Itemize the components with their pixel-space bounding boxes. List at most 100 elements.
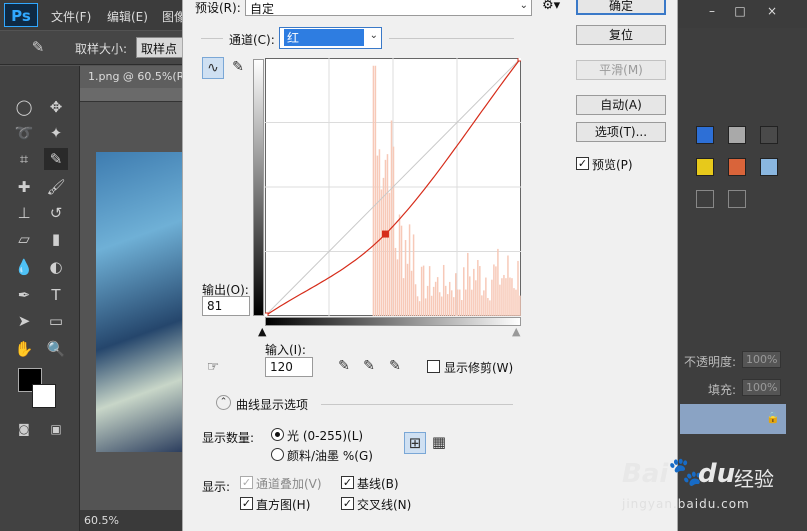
baseline-label: 基线(B) [357, 477, 399, 491]
style-swatch[interactable] [728, 126, 746, 144]
curve-graph[interactable] [265, 58, 521, 316]
menu-file[interactable]: 文件(F) [51, 8, 91, 25]
chevron-down-icon: ⌄ [369, 30, 378, 41]
shape-tool-icon[interactable]: ▭ [44, 310, 68, 332]
move-tool-icon[interactable]: ✥ [44, 96, 68, 118]
style-swatch[interactable] [760, 158, 778, 176]
history-brush-tool-icon[interactable]: ↺ [44, 202, 68, 224]
quick-mask-icon[interactable]: ◙ [12, 418, 36, 440]
histogram-checkbox[interactable]: ✓ [240, 497, 253, 510]
on-image-adjust-hand-icon[interactable]: ☞ [202, 357, 224, 379]
preset-select[interactable]: 自定 ⌄ [245, 0, 532, 16]
screen-mode-icon[interactable]: ▣ [44, 418, 68, 440]
light-label: 光 (0-255)(L) [287, 429, 364, 443]
stamp-tool-icon[interactable]: ⊥ [12, 202, 36, 224]
options-divider [321, 404, 513, 405]
reset-button[interactable]: 复位 [576, 25, 666, 45]
opacity-field[interactable]: 100% [742, 351, 782, 368]
photoshop-logo: Ps [4, 3, 38, 27]
collapse-chevron-up-icon[interactable]: ⌃ [216, 395, 231, 410]
close-button[interactable]: × [758, 2, 786, 20]
maximize-button[interactable]: □ [726, 2, 754, 20]
fill-field[interactable]: 100% [742, 379, 782, 396]
intersection-line-checkbox[interactable]: ✓ [341, 497, 354, 510]
background-color-swatch[interactable] [32, 384, 56, 408]
sample-size-select[interactable]: 取样点 [136, 37, 184, 58]
crop-tool-icon[interactable]: ⌗ [12, 148, 36, 170]
lock-icon: 🔒 [766, 411, 780, 424]
black-eyedropper-icon[interactable]: ✎ [333, 356, 355, 378]
eyedropper-tool-icon[interactable]: ✎ [44, 148, 68, 170]
zoom-level[interactable]: 60.5% [84, 514, 119, 527]
chevron-down-icon: ⌄ [519, 0, 528, 11]
healing-brush-tool-icon[interactable]: ✚ [12, 176, 36, 198]
baidu-logo-text-2: du [698, 459, 736, 489]
minimize-button[interactable]: – [698, 2, 726, 20]
eraser-tool-icon[interactable]: ▱ [12, 228, 36, 250]
channel-label: 通道(C): [229, 33, 275, 47]
magic-wand-tool-icon[interactable]: ✦ [44, 122, 68, 144]
output-gradient-bar [253, 59, 264, 316]
curve-point-mode-icon[interactable]: ∿ [202, 57, 224, 79]
type-tool-icon[interactable]: T [44, 284, 68, 306]
path-selection-tool-icon[interactable]: ➤ [12, 310, 36, 332]
style-swatch[interactable] [760, 126, 778, 144]
gray-eyedropper-icon[interactable]: ✎ [358, 356, 380, 378]
ok-button[interactable]: 确定 [576, 0, 666, 15]
document-tab[interactable]: 1.png @ 60.5%(R [80, 66, 182, 88]
white-point-slider-icon[interactable]: ▲ [512, 325, 520, 338]
input-field[interactable]: 120 [265, 357, 313, 377]
brush-tool-icon[interactable]: 🖌 [44, 176, 68, 198]
window-controls: – □ × [698, 0, 807, 22]
zoom-tool-icon[interactable]: 🔍 [44, 338, 68, 360]
style-swatch[interactable] [696, 126, 714, 144]
style-swatch[interactable] [728, 158, 746, 176]
style-swatch[interactable] [728, 190, 746, 208]
hand-tool-icon[interactable]: ✋ [12, 338, 36, 360]
black-point-slider-icon[interactable]: ▲ [258, 325, 266, 338]
channel-overlays-checkbox[interactable]: ✓ [240, 476, 253, 489]
pigment-radio[interactable] [271, 448, 284, 461]
lasso-tool-icon[interactable]: ➰ [12, 122, 36, 144]
watermark-url: jingyan.baidu.com [622, 497, 750, 511]
pen-tool-icon[interactable]: ✒ [12, 284, 36, 306]
light-radio[interactable] [271, 428, 284, 441]
marquee-tool-icon[interactable]: ◯ [12, 96, 36, 118]
simple-grid-icon[interactable]: ⊞ [404, 432, 426, 454]
show-clipping-checkbox[interactable] [427, 360, 440, 373]
options-bar: ✎ 取样大小: 取样点 [0, 31, 184, 65]
curve-point [517, 58, 521, 62]
pencil-draw-mode-icon[interactable]: ✎ [227, 57, 249, 79]
sample-size-label: 取样大小: [75, 42, 128, 56]
eyedropper-option-icon[interactable]: ✎ [26, 36, 50, 58]
intersection-line-label: 交叉线(N) [357, 498, 412, 512]
fill-label: 填充: [708, 383, 737, 397]
white-eyedropper-icon[interactable]: ✎ [384, 356, 406, 378]
baseline-checkbox[interactable]: ✓ [341, 476, 354, 489]
smooth-button[interactable]: 平滑(M) [576, 60, 666, 80]
dodge-tool-icon[interactable]: ◐ [44, 256, 68, 278]
preset-options-gear-icon[interactable]: ⚙▾ [542, 0, 560, 13]
channel-divider [389, 38, 514, 39]
auto-button[interactable]: 自动(A) [576, 95, 666, 115]
preview-checkbox[interactable]: ✓ [576, 157, 589, 170]
style-swatch[interactable] [696, 190, 714, 208]
horizontal-ruler [80, 88, 182, 102]
channel-select[interactable]: 红 ⌄ [279, 27, 382, 49]
style-swatch[interactable] [696, 158, 714, 176]
layer-row[interactable]: 🔒 [680, 404, 786, 434]
channel-divider [201, 38, 223, 39]
blur-tool-icon[interactable]: 💧 [12, 256, 36, 278]
output-field[interactable]: 81 [202, 296, 250, 316]
preset-value: 自定 [250, 2, 275, 16]
baidu-logo-text: Bai [622, 459, 669, 489]
show-clipping-label: 显示修剪(W) [444, 361, 514, 375]
options-button[interactable]: 选项(T)... [576, 122, 666, 142]
status-bar: 60.5% [80, 510, 182, 531]
document-image [96, 152, 182, 452]
selected-curve-point [381, 230, 389, 238]
gradient-tool-icon[interactable]: ▮ [44, 228, 68, 250]
detailed-grid-icon[interactable]: ▦ [428, 432, 450, 454]
show-amount-label: 显示数量: [202, 431, 255, 445]
menu-edit[interactable]: 编辑(E) [107, 8, 148, 25]
